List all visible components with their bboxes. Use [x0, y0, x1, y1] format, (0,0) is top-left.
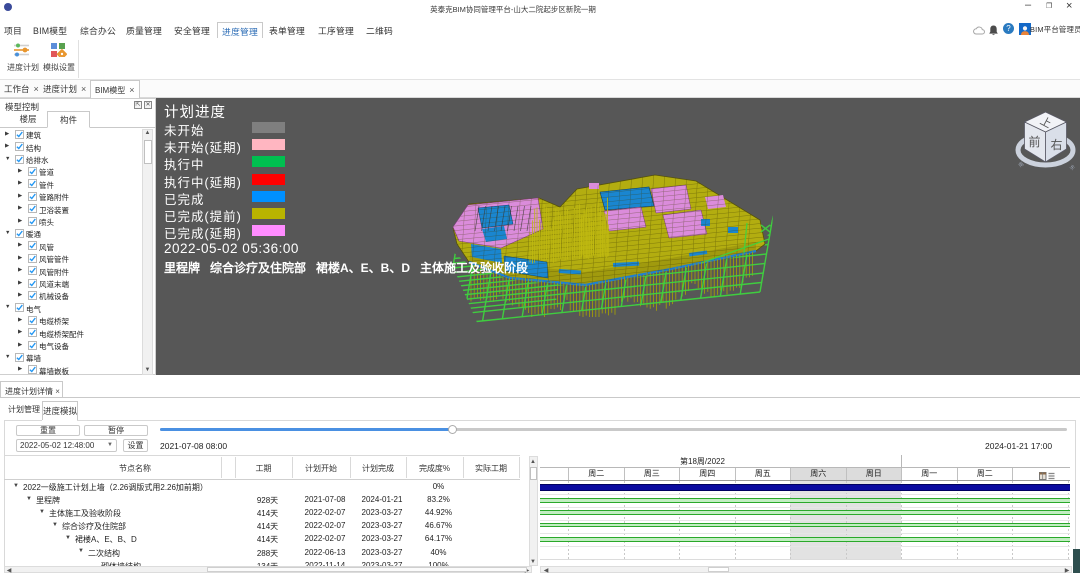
- svg-text:右: 右: [1050, 137, 1062, 152]
- svg-text:东: 东: [1068, 163, 1076, 172]
- svg-text:前: 前: [1028, 134, 1040, 149]
